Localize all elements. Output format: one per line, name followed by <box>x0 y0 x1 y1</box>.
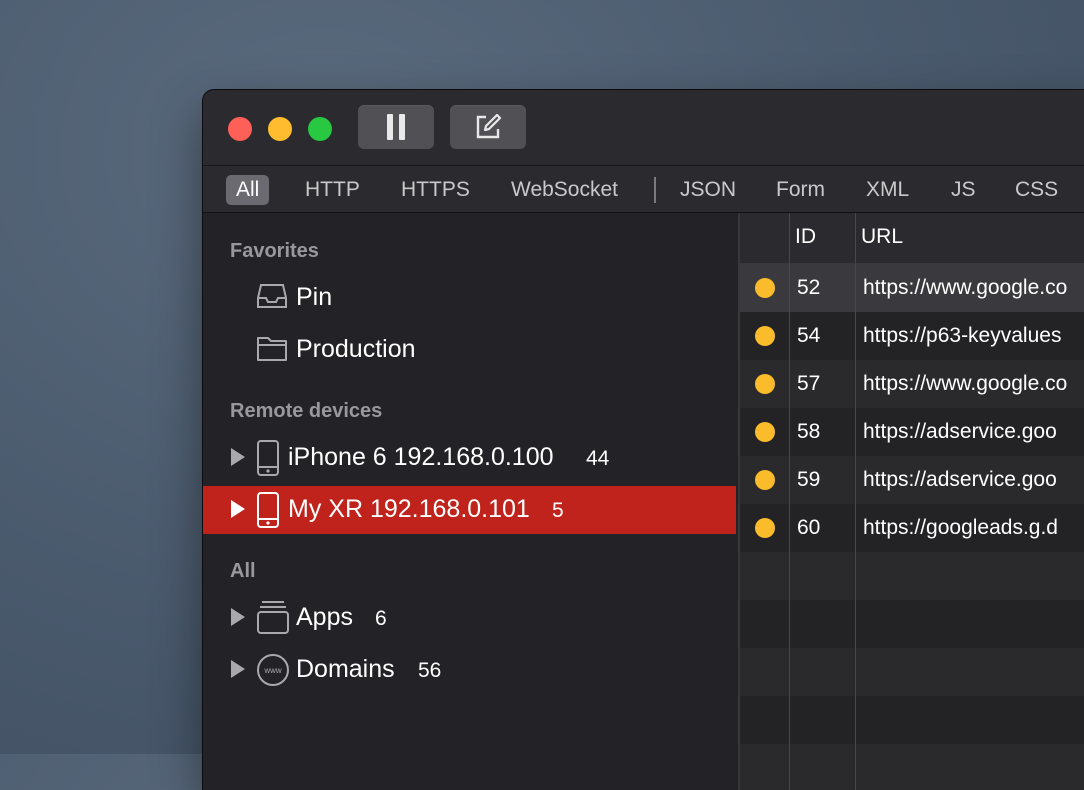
zoom-window-button[interactable] <box>308 117 332 141</box>
cell-id: 52 <box>797 276 821 299</box>
app-window: All HTTP HTTPS WebSocket JSON Form XML J… <box>203 90 1084 790</box>
filter-json[interactable]: JSON <box>670 175 746 205</box>
sidebar-item-iphone6[interactable]: iPhone 6 192.168.0.100 44 <box>203 434 736 482</box>
status-dot-icon <box>755 374 775 394</box>
column-header-url[interactable]: URL <box>861 225 903 249</box>
item-count: 44 <box>586 447 610 470</box>
status-dot-icon <box>755 326 775 346</box>
filter-https[interactable]: HTTPS <box>391 175 480 205</box>
column-separator <box>789 213 790 790</box>
sidebar-item-production[interactable]: Production <box>203 326 736 374</box>
cell-url: https://googleads.g.d <box>863 516 1058 539</box>
filter-separator <box>654 177 656 203</box>
sidebar-item-label: My XR 192.168.0.101 <box>288 495 530 523</box>
sidebar-item-label: Apps <box>296 603 353 631</box>
tray-icon <box>257 284 287 308</box>
sidebar-item-label: Domains <box>296 655 395 683</box>
phone-icon <box>257 440 279 476</box>
sidebar-item-domains[interactable]: www Domains 56 <box>203 646 736 694</box>
filter-css[interactable]: CSS <box>1005 175 1068 205</box>
cell-id: 60 <box>797 516 821 539</box>
compose-button[interactable] <box>450 105 526 149</box>
table-row <box>740 648 1084 696</box>
all-heading: All <box>230 560 256 582</box>
table-row <box>740 600 1084 648</box>
cell-url: https://adservice.goo <box>863 468 1057 491</box>
pause-button[interactable] <box>358 105 434 149</box>
status-dot-icon <box>755 422 775 442</box>
table-header: ID URL <box>740 213 1084 264</box>
filter-bar: All HTTP HTTPS WebSocket JSON Form XML J… <box>203 166 1084 213</box>
sidebar-item-label: Production <box>296 335 416 363</box>
column-header-id[interactable]: ID <box>795 225 816 249</box>
status-dot-icon <box>755 470 775 490</box>
table-row[interactable]: 54 https://p63-keyvalues <box>740 312 1084 360</box>
filter-form[interactable]: Form <box>766 175 835 205</box>
item-count: 6 <box>375 607 387 630</box>
phone-icon <box>257 492 279 528</box>
remote-devices-heading: Remote devices <box>230 400 383 422</box>
compose-icon <box>476 113 502 139</box>
disclosure-triangle-icon[interactable] <box>231 500 245 518</box>
table-row[interactable]: 52 https://www.google.co <box>740 264 1084 312</box>
column-separator <box>855 213 856 790</box>
title-bar <box>203 90 1084 166</box>
status-dot-icon <box>755 278 775 298</box>
svg-text:www: www <box>263 666 282 675</box>
www-globe-icon: www <box>257 654 289 686</box>
disclosure-triangle-icon[interactable] <box>231 660 245 678</box>
sidebar-item-pin[interactable]: Pin <box>203 274 736 322</box>
table-row[interactable]: 58 https://adservice.goo <box>740 408 1084 456</box>
table-row <box>740 744 1084 790</box>
cell-id: 54 <box>797 324 821 347</box>
apps-stack-icon <box>257 601 289 634</box>
cell-id: 59 <box>797 468 821 491</box>
sidebar: Favorites Pin Production Remote devices <box>203 213 736 790</box>
cell-url: https://adservice.goo <box>863 420 1057 443</box>
folder-icon <box>257 337 287 361</box>
item-count: 56 <box>418 659 442 682</box>
minimize-window-button[interactable] <box>268 117 292 141</box>
favorites-heading: Favorites <box>230 240 319 262</box>
cell-url: https://www.google.co <box>863 372 1068 395</box>
filter-all[interactable]: All <box>226 175 270 205</box>
status-dot-icon <box>755 518 775 538</box>
filter-websocket[interactable]: WebSocket <box>501 175 628 205</box>
filter-xml[interactable]: XML <box>856 175 919 205</box>
table-row[interactable]: 57 https://www.google.co <box>740 360 1084 408</box>
sidebar-item-label: iPhone 6 192.168.0.100 <box>288 443 554 471</box>
close-window-button[interactable] <box>228 117 252 141</box>
cell-id: 57 <box>797 372 821 395</box>
table-row[interactable]: 60 https://googleads.g.d <box>740 504 1084 552</box>
item-count: 5 <box>552 499 564 522</box>
filter-http[interactable]: HTTP <box>295 175 370 205</box>
disclosure-triangle-icon[interactable] <box>231 448 245 466</box>
cell-url: https://p63-keyvalues <box>863 324 1062 347</box>
cell-url: https://www.google.co <box>863 276 1068 299</box>
pause-icon <box>384 114 408 140</box>
cell-id: 58 <box>797 420 821 443</box>
request-table: ID URL 52 https://www.google.co 54 https://… <box>738 213 1084 790</box>
disclosure-triangle-icon[interactable] <box>231 608 245 626</box>
sidebar-item-apps[interactable]: Apps 6 <box>203 594 736 642</box>
table-row <box>740 696 1084 744</box>
sidebar-item-label: Pin <box>296 283 333 311</box>
sidebar-item-my-xr[interactable]: My XR 192.168.0.101 5 <box>203 486 736 534</box>
table-row <box>740 552 1084 600</box>
filter-js[interactable]: JS <box>941 175 986 205</box>
table-row[interactable]: 59 https://adservice.goo <box>740 456 1084 504</box>
